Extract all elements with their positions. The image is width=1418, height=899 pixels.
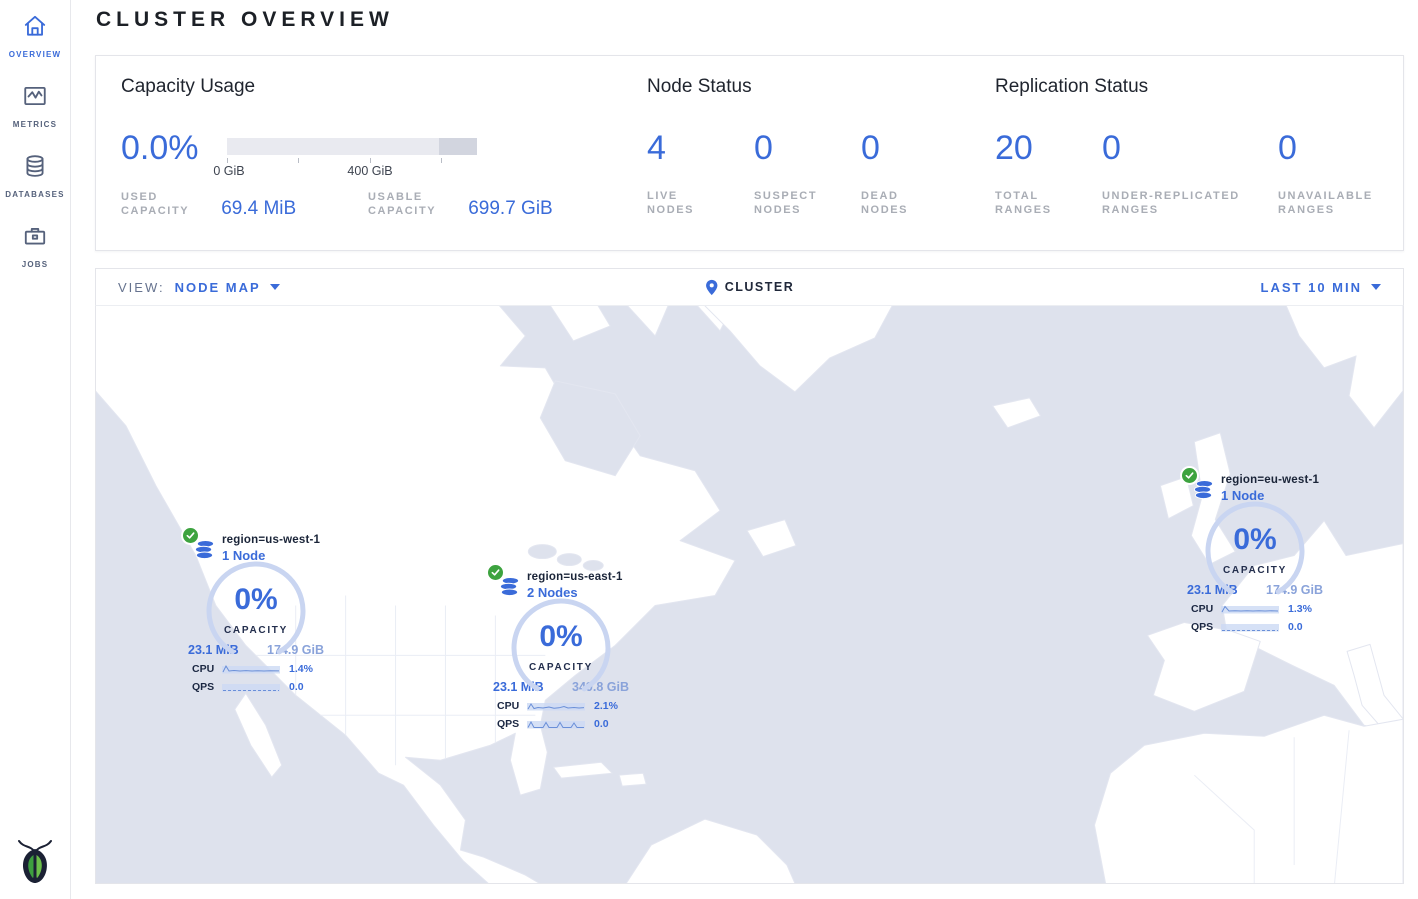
region-name: region=us-east-1 <box>527 571 623 583</box>
cluster-summary-panel: Capacity Usage 0.0% 0 GiB 400 GiB USED C… <box>95 55 1404 251</box>
node-status-title: Node Status <box>647 76 752 98</box>
capacity-bar-track <box>227 138 477 155</box>
capacity-bar: 0 GiB 400 GiB <box>227 138 487 180</box>
home-icon <box>22 13 48 39</box>
qps-label: QPS <box>1191 621 1221 633</box>
usable-capacity-value: 699.7 GiB <box>468 199 553 218</box>
view-selector[interactable]: VIEW: NODE MAP <box>118 280 280 295</box>
capacity-tick-0gib: 0 GiB <box>213 164 244 178</box>
qps-value: 0.0 <box>1288 621 1303 633</box>
cockroachdb-logo[interactable] <box>0 838 70 889</box>
used-capacity-label: USED CAPACITY <box>121 190 189 218</box>
gauge-percent: 0% <box>200 583 312 617</box>
sidebar-item-jobs[interactable]: JOBS <box>0 210 70 280</box>
qps-value: 0.0 <box>289 681 304 693</box>
sidebar-label-jobs: JOBS <box>0 260 70 269</box>
capacity-bar-ticks <box>227 155 487 163</box>
gauge-percent: 0% <box>1199 523 1311 557</box>
qps-label: QPS <box>192 681 222 693</box>
qps-value: 0.0 <box>594 718 609 730</box>
database-icon <box>22 153 48 179</box>
cluster-overview-page: OVERVIEW METRICS DATABASES JOBS <box>0 0 1418 899</box>
suspect-nodes-value: 0 <box>754 130 861 166</box>
live-nodes-stat: 4 LIVE NODES <box>647 130 754 217</box>
node-map: region=us-west-1 1 Node 0% CAPACITY 23.1… <box>95 306 1404 884</box>
capacity-usage-section: Capacity Usage 0.0% 0 GiB 400 GiB USED C… <box>121 56 626 250</box>
total-ranges-value: 20 <box>995 130 1102 166</box>
view-value: NODE MAP <box>175 280 261 295</box>
dead-nodes-value: 0 <box>861 130 968 166</box>
under-replicated-ranges-value: 0 <box>1102 130 1278 166</box>
region-marker-us-west-1[interactable]: region=us-west-1 1 Node 0% CAPACITY 23.1… <box>186 528 326 693</box>
gauge-caption: CAPACITY <box>505 662 617 673</box>
qps-row: QPS 0.0 <box>1185 621 1325 633</box>
qps-sparkline <box>1221 622 1279 633</box>
replication-status-title: Replication Status <box>995 76 1148 98</box>
gauge-percent: 0% <box>505 620 617 654</box>
used-capacity-value: 69.4 MiB <box>221 199 296 218</box>
gauge-caption: CAPACITY <box>200 625 312 636</box>
sidebar-label-metrics: METRICS <box>0 120 70 129</box>
region-marker-us-east-1[interactable]: region=us-east-1 2 Nodes 0% CAPACITY 23.… <box>491 565 631 730</box>
suspect-nodes-stat: 0 SUSPECT NODES <box>754 130 861 217</box>
unavailable-ranges-label: UNAVAILABLE RANGES <box>1278 189 1373 217</box>
under-replicated-ranges-label: UNDER-REPLICATED RANGES <box>1102 189 1278 217</box>
page-title: CLUSTER OVERVIEW <box>96 8 394 32</box>
node-status-section: Node Status 4 LIVE NODES 0 SUSPECT NODES… <box>647 56 977 250</box>
breadcrumb-cluster[interactable]: CLUSTER <box>705 279 795 296</box>
replication-status-section: Replication Status 20 TOTAL RANGES 0 UND… <box>995 56 1395 250</box>
region-name: region=us-west-1 <box>222 534 320 546</box>
capacity-used-percent: 0.0% <box>121 130 199 166</box>
qps-sparkline <box>222 682 280 693</box>
capacity-usage-title: Capacity Usage <box>121 76 255 98</box>
breadcrumb-label: CLUSTER <box>725 280 795 294</box>
qps-row: QPS 0.0 <box>186 681 326 693</box>
usable-capacity-stat: USABLE CAPACITY 699.7 GiB <box>368 190 553 218</box>
sidebar: OVERVIEW METRICS DATABASES JOBS <box>0 0 71 899</box>
metrics-chart-icon <box>22 83 48 109</box>
dead-nodes-label: DEAD NODES <box>861 189 968 217</box>
qps-row: QPS 0.0 <box>491 718 631 730</box>
time-range-value: LAST 10 MIN <box>1261 280 1362 295</box>
time-range-selector[interactable]: LAST 10 MIN <box>1261 280 1381 295</box>
sidebar-item-overview[interactable]: OVERVIEW <box>0 0 70 70</box>
capacity-gauge: 0% CAPACITY <box>200 555 312 667</box>
unavailable-ranges-stat: 0 UNAVAILABLE RANGES <box>1278 130 1373 217</box>
live-nodes-value: 4 <box>647 130 754 166</box>
briefcase-icon <box>22 223 48 249</box>
chevron-down-icon <box>270 284 280 290</box>
region-marker-eu-west-1[interactable]: region=eu-west-1 1 Node 0% CAPACITY 23.1… <box>1185 468 1325 633</box>
region-name: region=eu-west-1 <box>1221 474 1319 486</box>
capacity-bar-reserved-segment <box>439 138 477 155</box>
usable-capacity-label: USABLE CAPACITY <box>368 190 436 218</box>
chevron-down-icon <box>1371 284 1381 290</box>
gauge-caption: CAPACITY <box>1199 565 1311 576</box>
total-ranges-label: TOTAL RANGES <box>995 189 1102 217</box>
live-nodes-label: LIVE NODES <box>647 189 754 217</box>
suspect-nodes-label: SUSPECT NODES <box>754 189 861 217</box>
total-ranges-stat: 20 TOTAL RANGES <box>995 130 1102 217</box>
sidebar-label-databases: DATABASES <box>0 190 70 199</box>
used-capacity-stat: USED CAPACITY 69.4 MiB <box>121 190 296 218</box>
map-pin-icon <box>705 279 718 296</box>
sidebar-item-metrics[interactable]: METRICS <box>0 70 70 140</box>
qps-sparkline <box>527 719 585 730</box>
dead-nodes-stat: 0 DEAD NODES <box>861 130 968 217</box>
under-replicated-ranges-stat: 0 UNDER-REPLICATED RANGES <box>1102 130 1278 217</box>
map-toolbar: VIEW: NODE MAP CLUSTER LAST 10 MIN <box>95 268 1404 306</box>
sidebar-label-overview: OVERVIEW <box>0 50 70 59</box>
view-label: VIEW: <box>118 280 165 295</box>
unavailable-ranges-value: 0 <box>1278 130 1373 166</box>
sidebar-item-databases[interactable]: DATABASES <box>0 140 70 210</box>
capacity-tick-400gib: 400 GiB <box>347 164 392 178</box>
qps-label: QPS <box>497 718 527 730</box>
capacity-gauge: 0% CAPACITY <box>1199 495 1311 607</box>
capacity-gauge: 0% CAPACITY <box>505 592 617 704</box>
